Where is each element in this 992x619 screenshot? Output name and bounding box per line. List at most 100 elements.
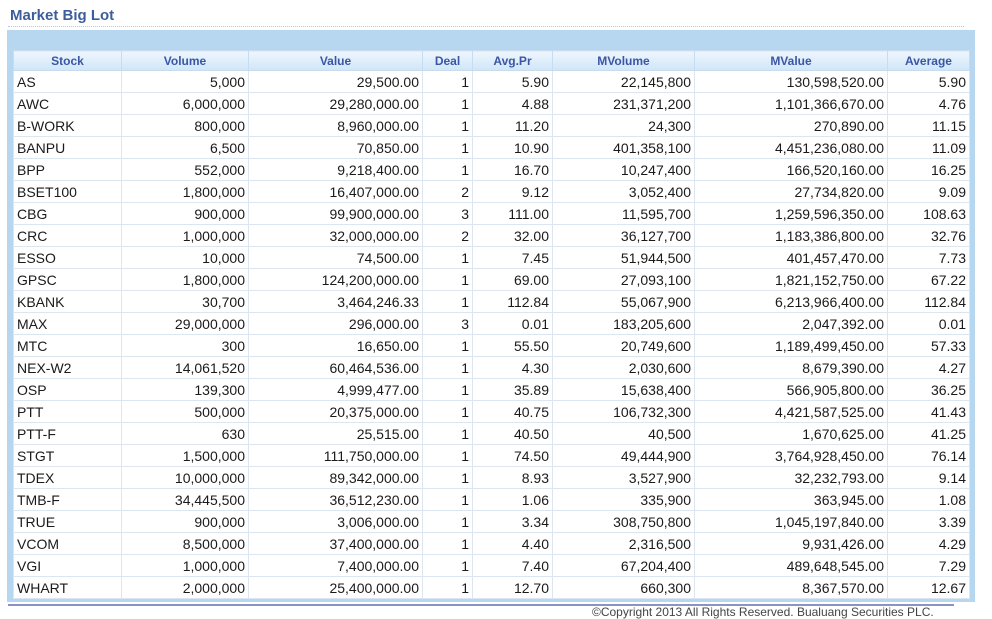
average-cell: 7.73 xyxy=(887,246,970,269)
column-header-volume[interactable]: Volume xyxy=(121,50,249,71)
deal-cell: 2 xyxy=(422,224,473,247)
stock-cell[interactable]: MAX xyxy=(13,312,122,335)
stock-cell[interactable]: VGI xyxy=(13,554,122,577)
column-header-stock[interactable]: Stock xyxy=(13,50,122,71)
volume-cell: 30,700 xyxy=(121,290,249,313)
volume-cell: 139,300 xyxy=(121,378,249,401)
stock-cell[interactable]: AWC xyxy=(13,92,122,115)
mvolume-cell: 2,316,500 xyxy=(552,532,695,555)
table-header-row: Stock Volume Value Deal Avg.Pr MVolume M… xyxy=(13,50,970,71)
avg-price-cell: 8.93 xyxy=(472,466,553,489)
stock-cell[interactable]: OSP xyxy=(13,378,122,401)
stock-cell[interactable]: MTC xyxy=(13,334,122,357)
big-lot-panel: Stock Volume Value Deal Avg.Pr MVolume M… xyxy=(7,30,975,602)
table-row: CBG 900,000 99,900,000.00 3 111.00 11,595,700… xyxy=(13,202,970,225)
table-row: BPP 552,000 9,218,400.00 1 16.70 10,247,400 16… xyxy=(13,158,970,181)
value-cell: 29,280,000.00 xyxy=(248,92,423,115)
stock-cell[interactable]: BSET100 xyxy=(13,180,122,203)
stock-cell[interactable]: KBANK xyxy=(13,290,122,313)
avg-price-cell: 3.34 xyxy=(472,510,553,533)
volume-cell: 14,061,520 xyxy=(121,356,249,379)
stock-cell[interactable]: AS xyxy=(13,70,122,93)
mvalue-cell: 1,670,625.00 xyxy=(694,422,888,445)
table-row: B-WORK 800,000 8,960,000.00 1 11.20 24,300 270… xyxy=(13,114,970,137)
volume-cell: 6,500 xyxy=(121,136,249,159)
column-header-average[interactable]: Average xyxy=(887,50,970,71)
value-cell: 16,407,000.00 xyxy=(248,180,423,203)
volume-cell: 6,000,000 xyxy=(121,92,249,115)
volume-cell: 1,500,000 xyxy=(121,444,249,467)
table-row: TRUE 900,000 3,006,000.00 1 3.34 308,750,800 1… xyxy=(13,510,970,533)
deal-cell: 1 xyxy=(422,136,473,159)
average-cell: 16.25 xyxy=(887,158,970,181)
deal-cell: 1 xyxy=(422,114,473,137)
column-header-avg-price[interactable]: Avg.Pr xyxy=(472,50,553,71)
deal-cell: 1 xyxy=(422,532,473,555)
stock-cell[interactable]: ESSO xyxy=(13,246,122,269)
value-cell: 70,850.00 xyxy=(248,136,423,159)
deal-cell: 1 xyxy=(422,334,473,357)
average-cell: 0.01 xyxy=(887,312,970,335)
volume-cell: 10,000,000 xyxy=(121,466,249,489)
mvalue-cell: 1,183,386,800.00 xyxy=(694,224,888,247)
stock-cell[interactable]: CRC xyxy=(13,224,122,247)
stock-cell[interactable]: CBG xyxy=(13,202,122,225)
column-header-mvalue[interactable]: MValue xyxy=(694,50,888,71)
stock-cell[interactable]: NEX-W2 xyxy=(13,356,122,379)
stock-cell[interactable]: PTT-F xyxy=(13,422,122,445)
avg-price-cell: 111.00 xyxy=(472,202,553,225)
volume-cell: 34,445,500 xyxy=(121,488,249,511)
column-header-value[interactable]: Value xyxy=(248,50,423,71)
avg-price-cell: 1.06 xyxy=(472,488,553,511)
deal-cell: 1 xyxy=(422,92,473,115)
value-cell: 3,464,246.33 xyxy=(248,290,423,313)
avg-price-cell: 40.75 xyxy=(472,400,553,423)
stock-cell[interactable]: VCOM xyxy=(13,532,122,555)
column-header-mvolume[interactable]: MVolume xyxy=(552,50,695,71)
stock-cell[interactable]: STGT xyxy=(13,444,122,467)
mvolume-cell: 183,205,600 xyxy=(552,312,695,335)
stock-cell[interactable]: B-WORK xyxy=(13,114,122,137)
mvolume-cell: 335,900 xyxy=(552,488,695,511)
mvalue-cell: 1,101,366,670.00 xyxy=(694,92,888,115)
volume-cell: 1,000,000 xyxy=(121,224,249,247)
mvolume-cell: 3,052,400 xyxy=(552,180,695,203)
big-lot-table: Stock Volume Value Deal Avg.Pr MVolume M… xyxy=(13,50,970,599)
column-header-deal[interactable]: Deal xyxy=(422,50,473,71)
avg-price-cell: 7.40 xyxy=(472,554,553,577)
volume-cell: 1,800,000 xyxy=(121,180,249,203)
stock-cell[interactable]: TDEX xyxy=(13,466,122,489)
stock-cell[interactable]: WHART xyxy=(13,576,122,599)
mvalue-cell: 6,213,966,400.00 xyxy=(694,290,888,313)
mvalue-cell: 9,931,426.00 xyxy=(694,532,888,555)
deal-cell: 1 xyxy=(422,400,473,423)
mvalue-cell: 32,232,793.00 xyxy=(694,466,888,489)
table-row: MTC 300 16,650.00 1 55.50 20,749,600 1,189,499… xyxy=(13,334,970,357)
table-row: VCOM 8,500,000 37,400,000.00 1 4.40 2,316,500… xyxy=(13,532,970,555)
deal-cell: 1 xyxy=(422,268,473,291)
stock-cell[interactable]: PTT xyxy=(13,400,122,423)
deal-cell: 1 xyxy=(422,554,473,577)
average-cell: 7.29 xyxy=(887,554,970,577)
mvalue-cell: 1,189,499,450.00 xyxy=(694,334,888,357)
mvolume-cell: 24,300 xyxy=(552,114,695,137)
avg-price-cell: 16.70 xyxy=(472,158,553,181)
stock-cell[interactable]: TMB-F xyxy=(13,488,122,511)
average-cell: 5.90 xyxy=(887,70,970,93)
stock-cell[interactable]: TRUE xyxy=(13,510,122,533)
mvalue-cell: 1,045,197,840.00 xyxy=(694,510,888,533)
mvalue-cell: 8,679,390.00 xyxy=(694,356,888,379)
mvolume-cell: 36,127,700 xyxy=(552,224,695,247)
stock-cell[interactable]: GPSC xyxy=(13,268,122,291)
avg-price-cell: 112.84 xyxy=(472,290,553,313)
deal-cell: 1 xyxy=(422,246,473,269)
volume-cell: 10,000 xyxy=(121,246,249,269)
stock-cell[interactable]: BANPU xyxy=(13,136,122,159)
title-divider xyxy=(8,26,964,27)
mvalue-cell: 1,259,596,350.00 xyxy=(694,202,888,225)
volume-cell: 29,000,000 xyxy=(121,312,249,335)
volume-cell: 1,000,000 xyxy=(121,554,249,577)
mvolume-cell: 15,638,400 xyxy=(552,378,695,401)
stock-cell[interactable]: BPP xyxy=(13,158,122,181)
avg-price-cell: 69.00 xyxy=(472,268,553,291)
